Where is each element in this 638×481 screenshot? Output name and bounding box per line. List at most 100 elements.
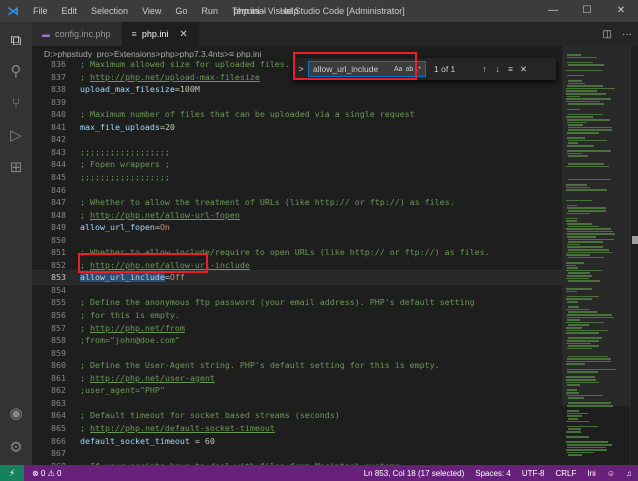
- minimap-line: [568, 103, 604, 105]
- extensions-icon[interactable]: ⊞: [0, 152, 32, 182]
- previous-match-icon[interactable]: ↑: [478, 64, 491, 74]
- line-number: 861: [51, 372, 66, 383]
- search-icon[interactable]: ⚲: [0, 56, 32, 86]
- code-line[interactable]: 841 max_file_uploads=20: [32, 121, 562, 134]
- code-line[interactable]: 860 ; Define the User-Agent string. PHP's…: [32, 359, 562, 372]
- code-line[interactable]: 858 ;from="john@doe.com": [32, 334, 562, 347]
- menu-terminal[interactable]: Terminal: [225, 0, 273, 22]
- close-tab-icon[interactable]: ✕: [179, 29, 187, 40]
- code-line[interactable]: 840 ; Maximum number of files that can be…: [32, 108, 562, 121]
- code-line[interactable]: 854: [32, 284, 562, 297]
- scrollbar-thumb[interactable]: [632, 236, 638, 244]
- minimap-line: [566, 184, 587, 186]
- code-line[interactable]: 862 ;user_agent="PHP": [32, 384, 562, 397]
- file-encoding[interactable]: UTF-8: [522, 469, 545, 478]
- menu-selection[interactable]: Selection: [84, 0, 135, 22]
- problems-count[interactable]: ⊗ 0 ⚠ 0: [32, 469, 61, 478]
- code-line[interactable]: 863: [32, 397, 562, 410]
- minimize-button[interactable]: —: [536, 0, 570, 22]
- run-debug-icon[interactable]: ▷: [0, 120, 32, 150]
- code-text: ;from="john@doe.com": [80, 334, 180, 347]
- line-number: 858: [51, 335, 66, 346]
- settings-gear-icon[interactable]: ⚙: [0, 432, 32, 462]
- minimap-line: [568, 113, 603, 116]
- breadcrumb-item[interactable]: php7.3.4nts: [180, 49, 224, 59]
- code-line[interactable]: 857; http://php.net/from: [32, 322, 562, 335]
- code-line[interactable]: 842: [32, 133, 562, 146]
- breadcrumb-item[interactable]: D:: [44, 49, 53, 59]
- code-token: http://php.net/from: [90, 322, 185, 333]
- minimap-line: [566, 288, 592, 290]
- code-line[interactable]: 861; http://php.net/user-agent: [32, 372, 562, 385]
- menu-run[interactable]: Run: [194, 0, 225, 22]
- minimap-line: [567, 319, 580, 321]
- split-editor-icon[interactable]: ◫: [603, 29, 612, 40]
- end-of-line[interactable]: CRLF: [555, 469, 576, 478]
- cursor-position[interactable]: Ln 853, Col 18 (17 selected): [364, 469, 465, 478]
- code-line[interactable]: 853 allow_url_include=Off: [32, 270, 562, 285]
- tab-php-ini[interactable]: ≡ php.ini ✕: [121, 22, 199, 46]
- highlight-box-find: [293, 52, 417, 80]
- menu-help[interactable]: Help: [273, 0, 306, 22]
- line-number: 866: [51, 435, 66, 446]
- code-line[interactable]: 844 ; Fopen wrappers ;: [32, 158, 562, 171]
- code-token: ; Fopen wrappers ;: [80, 159, 170, 170]
- code-token: Off: [169, 272, 185, 283]
- code-line[interactable]: 839: [32, 96, 562, 109]
- code-line[interactable]: 856 ; for this is empty.: [32, 309, 562, 322]
- code-token: ; Default timeout for socket based strea…: [80, 410, 340, 421]
- more-actions-icon[interactable]: ···: [622, 29, 632, 40]
- line-number: 852: [51, 259, 66, 270]
- code-line[interactable]: 849 allow_url_fopen=On: [32, 221, 562, 234]
- tab-config-inc-php[interactable]: ▬ config.inc.php: [32, 22, 122, 46]
- vertical-scrollbar[interactable]: [630, 46, 638, 465]
- code-line[interactable]: 848; http://php.net/allow-url-fopen: [32, 209, 562, 222]
- close-window-button[interactable]: ✕: [604, 0, 638, 22]
- code-line[interactable]: 866 default_socket_timeout = 60: [32, 435, 562, 448]
- next-match-icon[interactable]: ↓: [491, 64, 504, 74]
- menu-file[interactable]: File: [26, 0, 55, 22]
- menu-view[interactable]: View: [135, 0, 168, 22]
- maximize-button[interactable]: ☐: [570, 0, 604, 22]
- regex-icon[interactable]: .*: [416, 66, 421, 73]
- remote-indicator-icon[interactable]: ⚡: [0, 465, 24, 481]
- minimap-line: [568, 306, 579, 308]
- code-line[interactable]: 864 ; Default timeout for socket based st…: [32, 409, 562, 422]
- breadcrumb-item[interactable]: php: [161, 49, 175, 59]
- code-line[interactable]: 855 ; Define the anonymous ftp password (…: [32, 296, 562, 309]
- source-control-icon[interactable]: ⑂: [0, 88, 32, 118]
- code-token: http://php.net/default-socket-timeout: [90, 422, 275, 433]
- ini-file-icon: ≡: [131, 29, 137, 39]
- minimap-line: [568, 397, 584, 399]
- minimap[interactable]: [562, 46, 630, 465]
- line-number: 863: [51, 397, 66, 408]
- breadcrumb-item[interactable]: Extensions: [114, 49, 156, 59]
- line-number: 838: [51, 84, 66, 95]
- explorer-icon[interactable]: ⧉: [0, 25, 32, 55]
- account-icon[interactable]: ◉: [0, 398, 32, 428]
- close-find-icon[interactable]: ✕: [517, 64, 530, 75]
- code-line[interactable]: 838 upload_max_filesize=100M: [32, 83, 562, 96]
- code-token: =: [189, 435, 205, 446]
- code-line[interactable]: 847 ; Whether to allow the treatment of U…: [32, 196, 562, 209]
- notifications-bell-icon[interactable]: ♫: [626, 469, 632, 478]
- minimap-line: [568, 210, 606, 212]
- code-line[interactable]: 867: [32, 447, 562, 460]
- code-line[interactable]: 843;;;;;;;;;;;;;;;;;;: [32, 146, 562, 159]
- feedback-icon[interactable]: ☺: [607, 469, 615, 478]
- find-in-selection-icon[interactable]: ≡: [504, 64, 517, 74]
- menu-edit[interactable]: Edit: [55, 0, 85, 22]
- code-line[interactable]: 865; http://php.net/default-socket-timeo…: [32, 422, 562, 435]
- code-text: ; Define the anonymous ftp password (you…: [80, 296, 475, 309]
- breadcrumb-item[interactable]: ≡ php.ini: [229, 49, 261, 59]
- breadcrumb-item[interactable]: phpstudy_pro: [57, 49, 109, 59]
- code-token: ;: [80, 422, 90, 433]
- language-mode[interactable]: Ini: [587, 469, 595, 478]
- code-line[interactable]: 845;;;;;;;;;;;;;;;;;;: [32, 171, 562, 184]
- code-line[interactable]: 850: [32, 234, 562, 247]
- menu-go[interactable]: Go: [168, 0, 194, 22]
- minimap-line: [568, 272, 590, 274]
- code-line[interactable]: 859: [32, 347, 562, 360]
- indentation[interactable]: Spaces: 4: [475, 469, 511, 478]
- code-line[interactable]: 846: [32, 184, 562, 197]
